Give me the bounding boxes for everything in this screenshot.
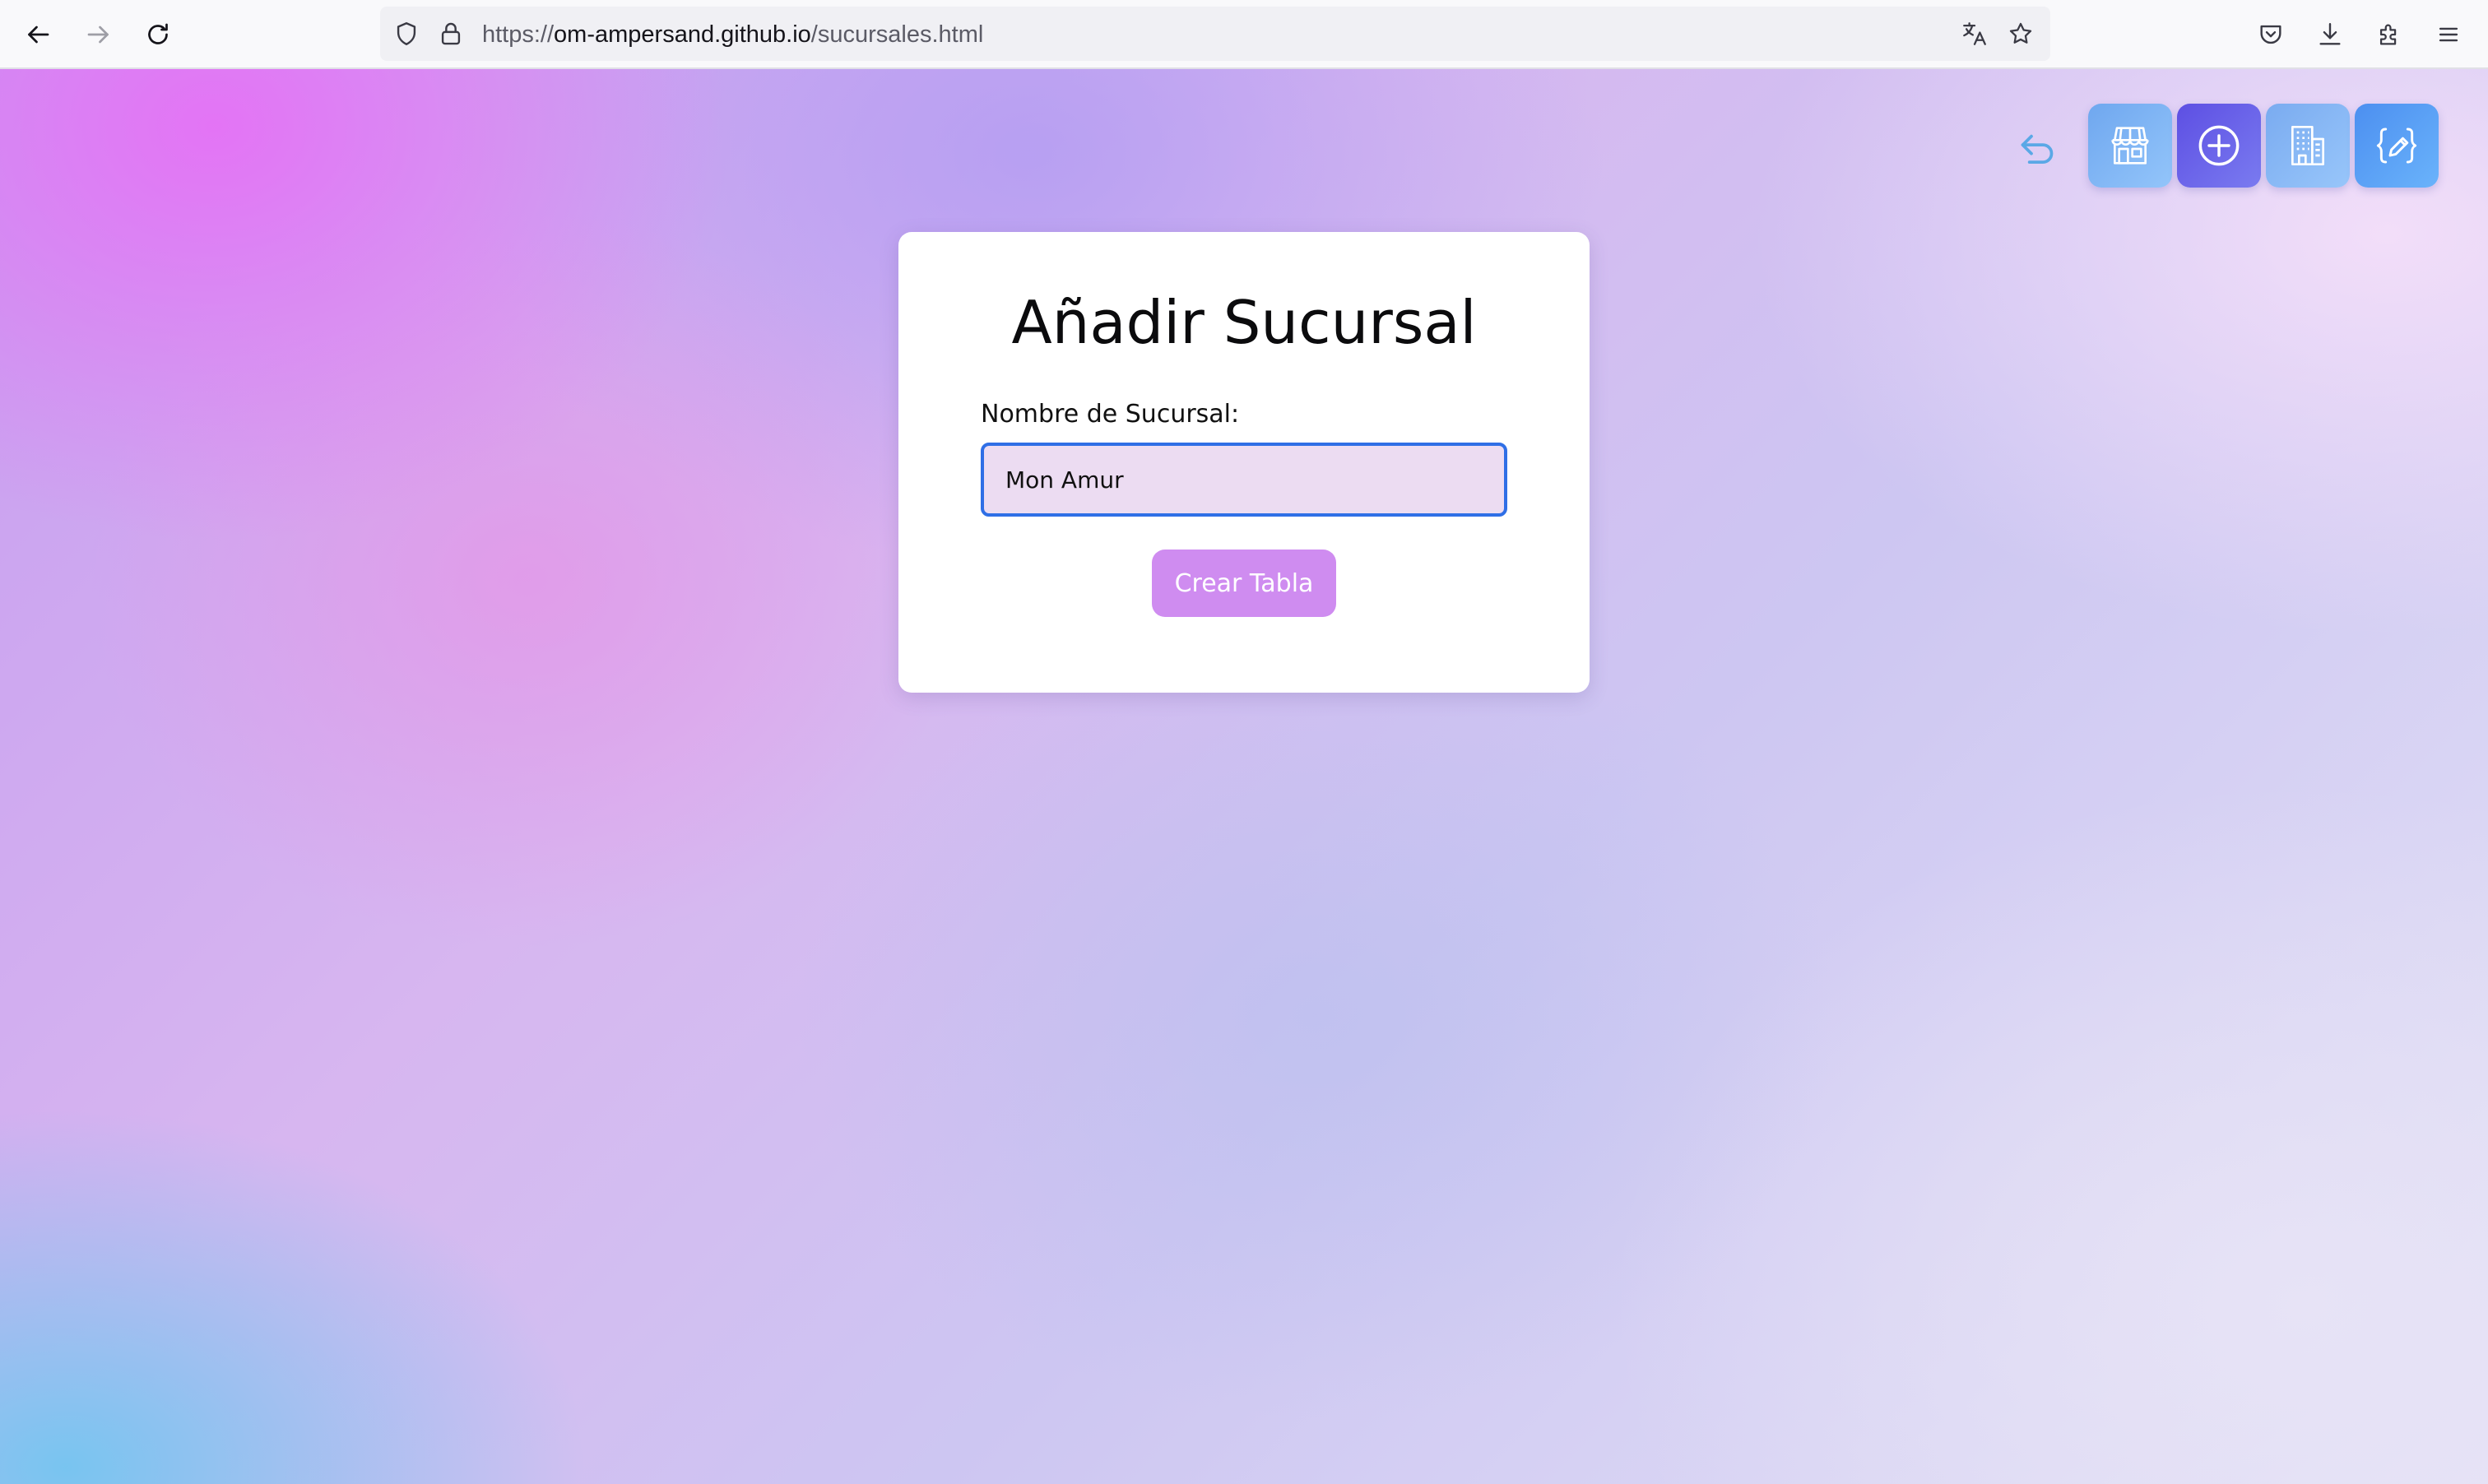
- branch-name-label: Nombre de Sucursal:: [981, 400, 1240, 429]
- url-text[interactable]: https://om-ampersand.github.io/sucursale…: [482, 20, 983, 49]
- store-icon: [2111, 127, 2149, 165]
- url-path: /sucursales.html: [810, 21, 984, 48]
- branch-name-input[interactable]: [981, 443, 1507, 517]
- lock-icon[interactable]: [436, 19, 466, 49]
- add-branch-card: Añadir Sucursal Nombre de Sucursal: Crea…: [898, 232, 1590, 693]
- puzzle-icon[interactable]: [2370, 15, 2409, 54]
- url-scheme: https://: [482, 21, 555, 48]
- page-viewport: Añadir Sucursal Nombre de Sucursal: Crea…: [0, 69, 2488, 1484]
- undo-icon[interactable]: [2012, 125, 2062, 174]
- store-nav-button[interactable]: [2088, 104, 2172, 188]
- download-icon[interactable]: [2310, 15, 2350, 54]
- add-branch-nav-button[interactable]: [2177, 104, 2261, 188]
- code-edit-nav-button[interactable]: [2355, 104, 2439, 188]
- shield-icon[interactable]: [392, 19, 421, 49]
- hamburger-menu-icon[interactable]: [2429, 15, 2468, 54]
- add-circle-icon: [2198, 125, 2240, 166]
- building-icon: [2291, 126, 2324, 165]
- forward-arrow-icon[interactable]: [76, 12, 122, 58]
- pocket-icon[interactable]: [2251, 15, 2291, 54]
- reload-icon[interactable]: [135, 12, 181, 58]
- create-table-button[interactable]: Crear Tabla: [1152, 550, 1336, 617]
- translate-icon[interactable]: [1960, 19, 1989, 49]
- code-edit-icon: [2376, 128, 2417, 164]
- star-icon[interactable]: [2006, 19, 2035, 49]
- url-host: om-ampersand.github.io: [554, 21, 811, 48]
- browser-toolbar: https://om-ampersand.github.io/sucursale…: [0, 0, 2488, 69]
- page-title: Añadir Sucursal: [1011, 288, 1477, 357]
- back-arrow-icon[interactable]: [15, 12, 61, 58]
- building-nav-button[interactable]: [2266, 104, 2350, 188]
- address-bar[interactable]: https://om-ampersand.github.io/sucursale…: [380, 7, 2050, 61]
